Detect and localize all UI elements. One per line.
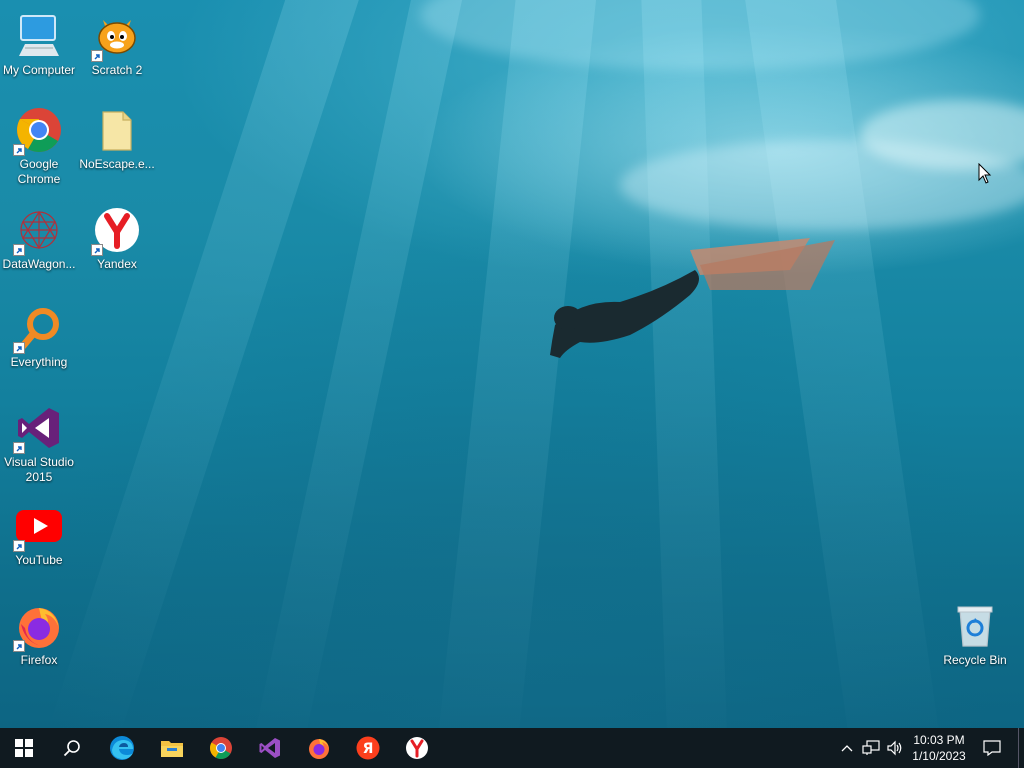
recycle-bin-icon: [957, 606, 993, 647]
search-button[interactable]: [48, 728, 96, 768]
desktop-icon-label: Recycle Bin: [943, 653, 1007, 667]
notification-icon: [983, 740, 1001, 756]
shortcut-arrow-icon: [13, 144, 25, 156]
clock-date: 1/10/2023: [912, 749, 966, 763]
desktop-icon-yandex[interactable]: Yandex: [78, 204, 156, 294]
taskbar: Я 10:03 PM 1/10/2023: [0, 728, 1024, 768]
firefox-icon: [309, 739, 329, 759]
show-desktop-button[interactable]: [1018, 728, 1019, 768]
desktop-icon-label: DataWagon...: [2, 257, 76, 271]
file-icon: [102, 111, 132, 151]
desktop-icon-label: Visual Studio 2015: [4, 455, 74, 484]
edge-icon: [110, 736, 134, 760]
taskbar-edge[interactable]: [98, 728, 146, 768]
desktop-icon-datawagon[interactable]: DataWagon...: [0, 204, 78, 294]
desktop-icon-label: YouTube: [15, 553, 63, 567]
shortcut-arrow-icon: [91, 244, 103, 256]
chrome-icon: [210, 737, 232, 759]
desktop-icon-visual-studio[interactable]: Visual Studio 2015: [0, 402, 78, 492]
desktop-icon-noescape[interactable]: NoEscape.e...: [78, 104, 156, 194]
shortcut-arrow-icon: [13, 442, 25, 454]
search-icon: [63, 740, 80, 757]
volume-button[interactable]: [884, 728, 906, 768]
desktop-icon-google-chrome[interactable]: Google Chrome: [0, 104, 78, 194]
file-explorer-icon: [161, 741, 183, 757]
svg-text:Я: Я: [363, 741, 374, 757]
yandex-icon: [406, 737, 428, 759]
taskbar-file-explorer[interactable]: [148, 728, 196, 768]
clock-time: 10:03 PM: [913, 733, 965, 747]
action-center-button[interactable]: [978, 728, 1006, 768]
desktop-icon-label: Google Chrome: [17, 157, 61, 186]
shortcut-arrow-icon: [13, 540, 25, 552]
desktop-icon-label: Yandex: [97, 257, 137, 271]
network-button[interactable]: [860, 728, 882, 768]
taskbar-visual-studio[interactable]: [246, 728, 294, 768]
visual-studio-icon: [259, 738, 280, 758]
mouse-cursor-icon: [978, 163, 992, 184]
yandex-browser-icon: Я: [356, 736, 380, 760]
chevron-up-icon: [841, 745, 853, 752]
desktop-icon-recycle-bin[interactable]: Recycle Bin: [936, 600, 1014, 690]
taskbar-yandex[interactable]: [393, 728, 441, 768]
desktop-icon-youtube[interactable]: YouTube: [0, 500, 78, 590]
taskbar-clock[interactable]: 10:03 PM 1/10/2023: [904, 732, 974, 764]
desktop[interactable]: My Computer Scratch 2 Google Chrome NoEs…: [0, 0, 1024, 728]
network-icon: [862, 740, 880, 755]
taskbar-yandex-browser[interactable]: Я: [344, 728, 392, 768]
desktop-icon-label: Scratch 2: [91, 63, 143, 77]
monitor-icon: [19, 15, 59, 56]
taskbar-firefox[interactable]: [295, 728, 343, 768]
desktop-icon-label: Firefox: [20, 653, 58, 667]
desktop-icon-firefox[interactable]: Firefox: [0, 600, 78, 690]
desktop-icon-label: My Computer: [2, 63, 76, 77]
desktop-icon-my-computer[interactable]: My Computer: [0, 10, 78, 100]
taskbar-chrome[interactable]: [197, 728, 245, 768]
shortcut-arrow-icon: [13, 640, 25, 652]
diver-figure: [550, 238, 835, 358]
desktop-icon-label: NoEscape.e...: [79, 157, 155, 171]
desktop-icon-scratch[interactable]: Scratch 2: [78, 10, 156, 100]
start-icon: [15, 739, 33, 757]
show-hidden-icons-button[interactable]: [838, 728, 856, 768]
desktop-icon-label: Everything: [10, 355, 68, 369]
desktop-icon-everything[interactable]: Everything: [0, 302, 78, 392]
shortcut-arrow-icon: [13, 244, 25, 256]
volume-icon: [887, 740, 902, 756]
shortcut-arrow-icon: [91, 50, 103, 62]
shortcut-arrow-icon: [13, 342, 25, 354]
start-button[interactable]: [0, 728, 48, 768]
